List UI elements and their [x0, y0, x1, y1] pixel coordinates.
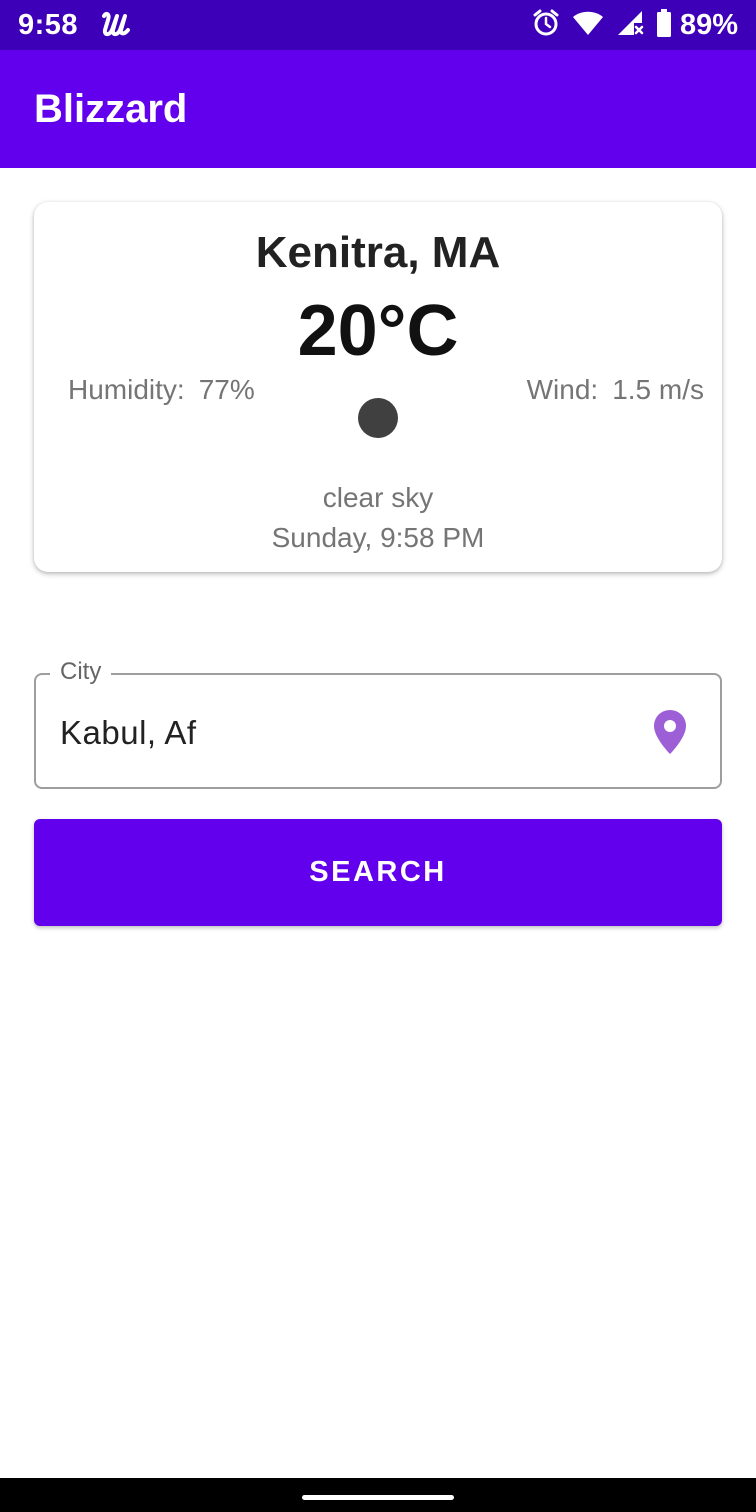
navigation-bar	[0, 1478, 756, 1512]
battery-percent: 89%	[679, 8, 738, 41]
search-button[interactable]: SEARCH	[34, 819, 722, 926]
status-bar: 9:58 89%	[0, 0, 756, 50]
battery-icon	[656, 8, 672, 42]
city-name: Kenitra, MA	[255, 228, 501, 277]
weather-datetime: Sunday, 9:58 PM	[271, 522, 485, 553]
temperature: 20°C	[297, 291, 459, 371]
alarm-icon	[532, 9, 560, 42]
location-pin-icon[interactable]	[650, 709, 690, 755]
city-field-label: City	[50, 658, 112, 686]
weather-description: clear sky	[322, 482, 434, 513]
city-field[interactable]: City	[34, 658, 722, 789]
app-title: Blizzard	[34, 86, 188, 131]
humidity: Humidity: 77%	[68, 374, 255, 406]
status-left: 9:58	[18, 9, 134, 42]
status-time: 9:58	[18, 8, 79, 41]
wind-label: Wind:	[526, 374, 599, 405]
wind: Wind: 1.5 m/s	[527, 374, 704, 406]
status-right: 89%	[520, 8, 738, 42]
humidity-label: Humidity:	[68, 374, 185, 405]
humidity-value: 77%	[198, 374, 255, 405]
signal-icon	[616, 9, 644, 42]
wind-value: 1.5 m/s	[612, 374, 704, 405]
weather-condition-icon	[358, 398, 398, 438]
wifi-icon	[572, 10, 604, 41]
app-bar: Blizzard	[0, 50, 756, 168]
u-app-icon	[100, 10, 134, 40]
home-gesture-handle[interactable]	[302, 1495, 454, 1500]
city-input[interactable]	[60, 709, 620, 757]
weather-card: Kenitra, MA 20°C Humidity: 77% Wind: 1.5 m…	[34, 202, 722, 572]
